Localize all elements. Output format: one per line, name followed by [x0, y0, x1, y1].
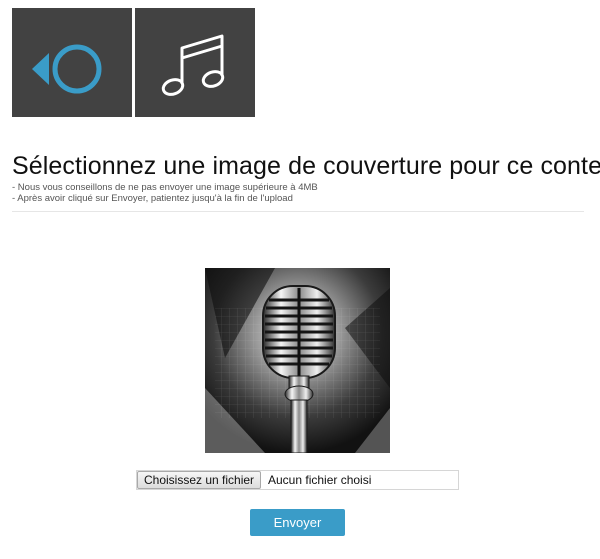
hint-wait-upload: - Après avoir cliqué sur Envoyer, patien…	[12, 193, 293, 204]
music-note-icon	[161, 34, 225, 96]
back-tile-button[interactable]	[12, 8, 132, 117]
choose-file-button[interactable]: Choisissez un fichier	[137, 471, 262, 489]
cover-image-preview	[205, 268, 390, 453]
file-input[interactable]: Choisissez un fichier Aucun fichier choi…	[136, 470, 459, 490]
music-tile-button[interactable]	[135, 8, 255, 117]
page-title: Sélectionnez une image de couverture pou…	[12, 152, 600, 180]
back-circle-icon	[32, 44, 102, 94]
submit-button[interactable]: Envoyer	[250, 509, 345, 536]
microphone-image	[205, 268, 390, 453]
hint-size-limit: - Nous vous conseillons de ne pas envoye…	[12, 182, 318, 193]
cover-upload-page: Sélectionnez une image de couverture pou…	[0, 0, 600, 559]
file-status-text: Aucun fichier choisi	[268, 473, 372, 487]
divider	[12, 211, 584, 212]
